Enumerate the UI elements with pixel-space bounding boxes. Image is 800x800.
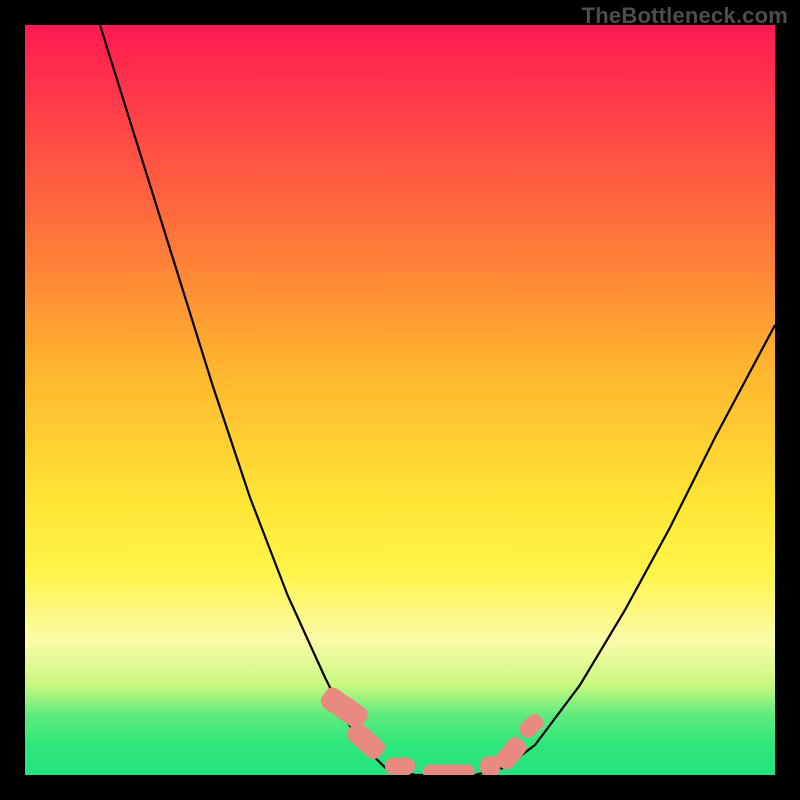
plot-area [25,25,775,775]
chart-frame: TheBottleneck.com [0,0,800,800]
bottleneck-curve [25,25,775,775]
watermark-text: TheBottleneck.com [582,3,788,29]
